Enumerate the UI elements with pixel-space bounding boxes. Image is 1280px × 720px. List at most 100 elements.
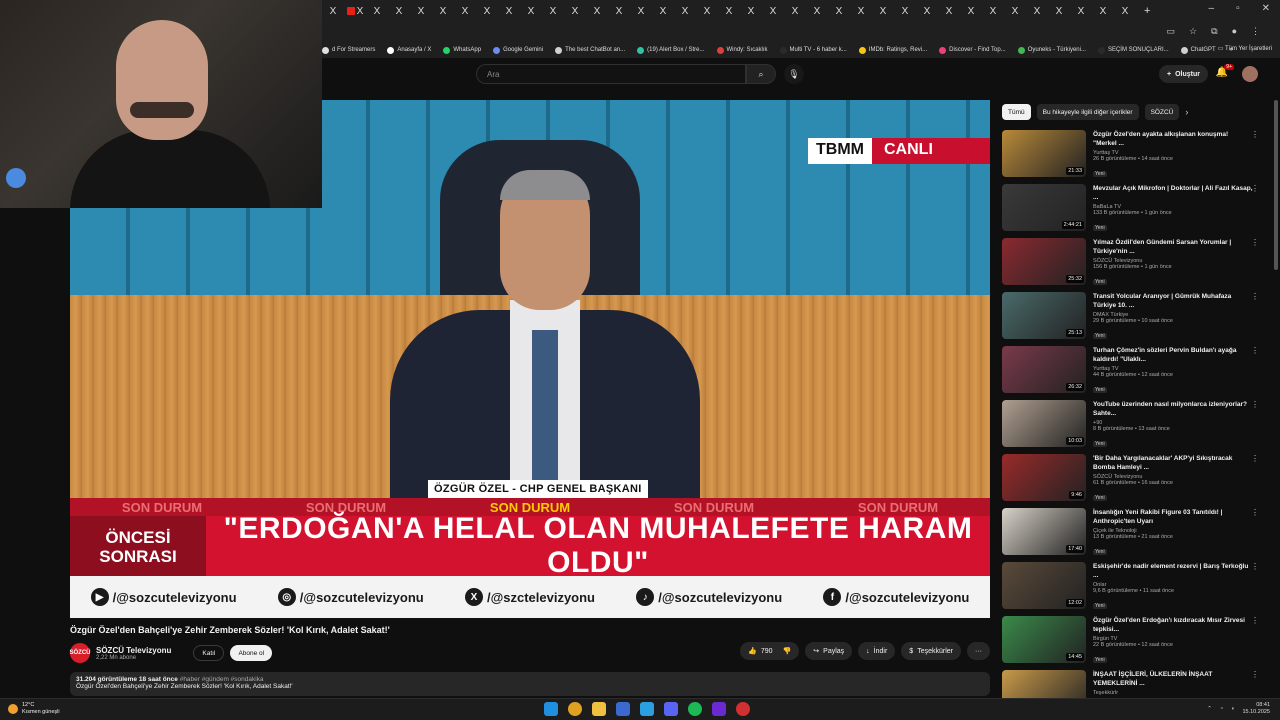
- browser-tab[interactable]: X: [652, 3, 674, 19]
- recommendation-item[interactable]: 21:33 Özgür Özel'den ayakta alkışlanan ko…: [1002, 130, 1262, 184]
- browser-tab[interactable]: X: [938, 3, 960, 19]
- bookmark-item[interactable]: Anasayfa / X: [387, 46, 431, 54]
- close-icon[interactable]: X: [968, 6, 975, 17]
- chrome-icon[interactable]: [568, 702, 582, 716]
- browser-tab[interactable]: X: [586, 3, 608, 19]
- steam-icon[interactable]: [640, 702, 654, 716]
- close-icon[interactable]: X: [374, 6, 381, 17]
- bookmark-item[interactable]: Oyuneks - Türkiyeni...: [1017, 46, 1086, 54]
- close-icon[interactable]: X: [330, 6, 337, 17]
- clock[interactable]: 08:41 15.10.2025: [1242, 702, 1270, 716]
- more-options-icon[interactable]: ⋮: [1251, 616, 1259, 625]
- close-icon[interactable]: X: [572, 6, 579, 17]
- recommendation-item[interactable]: 14:45 Özgür Özel'den Erdoğan'ı kızdıracak…: [1002, 616, 1262, 670]
- close-icon[interactable]: X: [484, 6, 491, 17]
- browser-tab[interactable]: X: [784, 3, 806, 19]
- recommendation-item[interactable]: İNŞAAT İŞÇİLERİ, ÜLKELERİN İNŞAAT YEMEKL…: [1002, 670, 1262, 698]
- bookmark-item[interactable]: ChatGPT: [1180, 46, 1216, 54]
- close-icon[interactable]: X: [880, 6, 887, 17]
- close-icon[interactable]: X: [946, 6, 953, 17]
- more-options-icon[interactable]: ⋮: [1251, 130, 1259, 139]
- join-button[interactable]: Katıl: [193, 645, 225, 661]
- recommendation-item[interactable]: 25:32 Yılmaz Özdil'den Gündemi Sarsan Yor…: [1002, 238, 1262, 292]
- close-icon[interactable]: X: [814, 6, 821, 17]
- video-thumbnail[interactable]: [1002, 670, 1086, 698]
- close-icon[interactable]: X: [836, 6, 843, 17]
- bookmark-item[interactable]: SEÇİM SONUÇLARI...: [1097, 46, 1169, 54]
- weather-widget[interactable]: 12°C Kısmen güneşli: [8, 702, 60, 716]
- create-button[interactable]: + Oluştur: [1159, 65, 1208, 83]
- browser-tab[interactable]: X: [564, 3, 586, 19]
- browser-tab[interactable]: X: [828, 3, 850, 19]
- windows-start-icon[interactable]: [544, 702, 558, 716]
- recommendation-channel[interactable]: Teşekkürlr: [1093, 690, 1253, 696]
- browser-tab[interactable]: X: [850, 3, 872, 19]
- close-icon[interactable]: X: [748, 6, 755, 17]
- video-thumbnail[interactable]: 25:13: [1002, 292, 1086, 339]
- close-icon[interactable]: X: [616, 6, 623, 17]
- like-button[interactable]: 👍 790 👎: [740, 642, 800, 660]
- voice-search-button[interactable]: 🎙: [784, 64, 804, 84]
- close-icon[interactable]: X: [1056, 6, 1063, 17]
- browser-tab[interactable]: X: [1004, 3, 1026, 19]
- recommendation-item[interactable]: 9:46 'Bir Daha Yargılanacaklar' AKP'yi Sı…: [1002, 454, 1262, 508]
- browser-tab[interactable]: X: [366, 3, 388, 19]
- maximize-button[interactable]: ▫: [1236, 3, 1240, 14]
- cast-icon[interactable]: ▭: [1167, 26, 1176, 37]
- close-icon[interactable]: X: [1034, 6, 1041, 17]
- browser-tab[interactable]: X: [498, 3, 520, 19]
- video-thumbnail[interactable]: 9:46: [1002, 454, 1086, 501]
- video-thumbnail[interactable]: 26:32: [1002, 346, 1086, 393]
- close-icon[interactable]: X: [1078, 6, 1085, 17]
- browser-tab[interactable]: X: [872, 3, 894, 19]
- menu-icon[interactable]: ⋮: [1251, 26, 1260, 37]
- close-icon[interactable]: X: [396, 6, 403, 17]
- close-icon[interactable]: X: [770, 6, 777, 17]
- more-options-icon[interactable]: ⋮: [1251, 346, 1259, 355]
- browser-tab[interactable]: X: [1092, 3, 1114, 19]
- video-thumbnail[interactable]: 10:03: [1002, 400, 1086, 447]
- avatar[interactable]: [1242, 66, 1258, 82]
- more-options-icon[interactable]: ⋮: [1251, 400, 1259, 409]
- more-options-icon[interactable]: ⋮: [1251, 238, 1259, 247]
- all-bookmarks-button[interactable]: ▭ Tüm Yer İşaretleri: [1218, 45, 1272, 52]
- minimize-button[interactable]: –: [1209, 3, 1215, 14]
- spotify-icon[interactable]: [688, 702, 702, 716]
- obs-icon[interactable]: [736, 702, 750, 716]
- close-icon[interactable]: X: [528, 6, 535, 17]
- chevron-right-icon[interactable]: ›: [1185, 107, 1188, 117]
- chip-all[interactable]: Tümü: [1002, 104, 1031, 120]
- browser-tab[interactable]: X: [1048, 3, 1070, 19]
- close-window-button[interactable]: ✕: [1262, 3, 1270, 14]
- more-options-icon[interactable]: ⋮: [1251, 562, 1259, 571]
- close-icon[interactable]: X: [1122, 6, 1129, 17]
- browser-tab[interactable]: X: [1114, 3, 1136, 19]
- profile-icon[interactable]: ●: [1232, 26, 1237, 37]
- app-icon[interactable]: [616, 702, 630, 716]
- close-icon[interactable]: X: [418, 6, 425, 17]
- search-button[interactable]: ⌕: [746, 64, 776, 84]
- download-button[interactable]: ↓ İndir: [858, 642, 896, 660]
- browser-tab[interactable]: X: [696, 3, 718, 19]
- browser-tab[interactable]: X: [960, 3, 982, 19]
- recommendation-item[interactable]: 10:03 YouTube üzerinden nasıl milyonlarca…: [1002, 400, 1262, 454]
- close-icon[interactable]: X: [550, 6, 557, 17]
- browser-tab[interactable]: X: [432, 3, 454, 19]
- more-actions-button[interactable]: ···: [967, 642, 990, 660]
- browser-tab[interactable]: X: [740, 3, 762, 19]
- network-icon[interactable]: ◔: [1220, 706, 1223, 712]
- bookmark-item[interactable]: WhatsApp: [443, 46, 481, 54]
- app-icon[interactable]: [712, 702, 726, 716]
- video-thumbnail[interactable]: 25:32: [1002, 238, 1086, 285]
- close-icon[interactable]: X: [357, 6, 364, 17]
- close-icon[interactable]: X: [924, 6, 931, 17]
- browser-tab[interactable]: X: [762, 3, 784, 19]
- close-icon[interactable]: X: [506, 6, 513, 17]
- browser-tab[interactable]: X: [388, 3, 410, 19]
- browser-tab[interactable]: X: [630, 3, 652, 19]
- recommendation-item[interactable]: 25:13 Transit Yolcular Aranıyor | Gümrük …: [1002, 292, 1262, 346]
- browser-tab[interactable]: X: [608, 3, 630, 19]
- folder-icon[interactable]: [592, 702, 606, 716]
- recommendation-item[interactable]: 2:44:21 Mevzular Açık Mikrofon | Doktorla…: [1002, 184, 1262, 238]
- video-thumbnail[interactable]: 14:45: [1002, 616, 1086, 663]
